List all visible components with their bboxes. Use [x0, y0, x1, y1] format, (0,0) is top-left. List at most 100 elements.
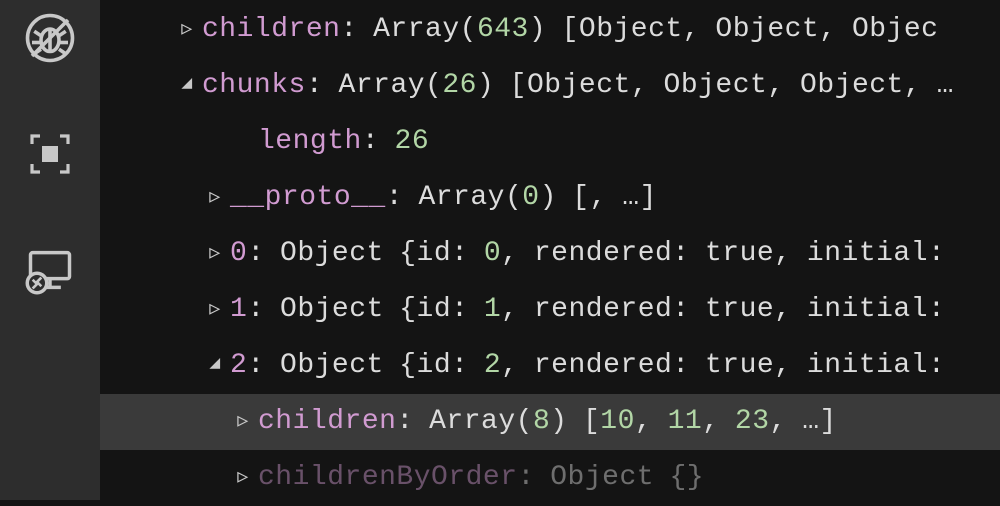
- token-num: 643: [477, 14, 529, 45]
- token-key: chunks: [202, 70, 306, 101]
- token-punc: :: [672, 294, 689, 325]
- tree-row-content: 2:Object{id:2,rendered:true,initial:: [230, 348, 945, 384]
- activity-bar: [0, 0, 100, 500]
- token-bool: true: [705, 294, 774, 325]
- token-num: 2: [484, 350, 501, 381]
- tree-row[interactable]: ▹childrenByOrder:Object{}: [100, 450, 1000, 506]
- tree-row[interactable]: ▹__proto__:Array(0)[,…]: [100, 170, 1000, 226]
- tree-row[interactable]: ▹0:Object{id:0,rendered:true,initial:: [100, 226, 1000, 282]
- token-punc: (: [516, 406, 533, 437]
- token-key: children: [202, 14, 340, 45]
- token-punc: ,: [774, 294, 791, 325]
- tree-row[interactable]: length:26: [100, 114, 1000, 170]
- token-punc: ,: [819, 14, 836, 45]
- token-literal: initial: [807, 238, 928, 269]
- remote-icon[interactable]: [22, 242, 78, 298]
- token-type: Array: [373, 14, 460, 45]
- token-type: Object: [280, 294, 384, 325]
- token-literal: rendered: [534, 350, 672, 381]
- token-punc: {: [399, 294, 416, 325]
- token-punc: ): [477, 70, 494, 101]
- token-key: __proto__: [230, 182, 386, 213]
- token-literal: rendered: [534, 238, 672, 269]
- tree-row[interactable]: ◢2:Object{id:2,rendered:true,initial:: [100, 338, 1000, 394]
- token-punc: ,: [501, 350, 518, 381]
- twisty-closed-icon[interactable]: ▹: [200, 184, 230, 213]
- token-key: 2: [230, 350, 247, 381]
- token-punc: :: [362, 126, 379, 157]
- twisty-closed-icon[interactable]: ▹: [172, 16, 202, 45]
- token-punc: :: [672, 350, 689, 381]
- token-punc: [: [562, 14, 579, 45]
- token-key: 1: [230, 294, 247, 325]
- token-type: Objec: [852, 14, 939, 45]
- token-literal: id: [417, 294, 452, 325]
- token-punc: ,: [770, 406, 787, 437]
- token-punc: :: [451, 238, 468, 269]
- token-punc: {: [399, 238, 416, 269]
- token-punc: :: [518, 462, 535, 493]
- token-punc: :: [247, 238, 264, 269]
- token-punc: [: [583, 406, 600, 437]
- token-literal: rendered: [534, 294, 672, 325]
- tree-row[interactable]: ▹children:Array(643)[Object,Object,Objec: [100, 2, 1000, 58]
- token-punc: ,: [501, 294, 518, 325]
- token-num: 26: [395, 126, 430, 157]
- variables-panel[interactable]: ▹children:Array(643)[Object,Object,Objec…: [100, 0, 1000, 500]
- token-punc: :: [928, 294, 945, 325]
- token-punc: :: [672, 238, 689, 269]
- token-key: childrenByOrder: [258, 462, 518, 493]
- no-bug-icon[interactable]: [22, 10, 78, 66]
- token-type: Array: [339, 70, 426, 101]
- token-punc: ,: [635, 406, 652, 437]
- token-type: Object: [527, 70, 631, 101]
- token-key: length: [258, 126, 362, 157]
- twisty-open-icon[interactable]: ◢: [200, 355, 230, 373]
- twisty-closed-icon[interactable]: ▹: [228, 408, 258, 437]
- tree-row-content: children:Array(643)[Object,Object,Objec: [202, 12, 938, 48]
- token-num: 10: [600, 406, 635, 437]
- token-punc: :: [451, 350, 468, 381]
- token-punc: [: [510, 70, 527, 101]
- tree-row-content: 1:Object{id:1,rendered:true,initial:: [230, 292, 945, 328]
- tree-row-content: length:26: [258, 124, 429, 160]
- token-num: 0: [484, 238, 501, 269]
- tree-row[interactable]: ▹children:Array(8)[10,11,23,…]: [100, 394, 1000, 450]
- token-punc: [,: [572, 182, 607, 213]
- token-punc: :: [306, 70, 323, 101]
- token-num: 1: [484, 294, 501, 325]
- token-punc: :: [928, 238, 945, 269]
- token-punc: ,: [631, 70, 648, 101]
- token-punc: …]: [622, 182, 657, 213]
- token-type: Object: [800, 70, 904, 101]
- token-punc: :: [247, 294, 264, 325]
- token-punc: ,: [767, 70, 784, 101]
- tree-row[interactable]: ▹1:Object{id:1,rendered:true,initial:: [100, 282, 1000, 338]
- token-type: Array: [418, 182, 505, 213]
- twisty-closed-icon[interactable]: ▹: [228, 464, 258, 493]
- tree-row[interactable]: ◢chunks:Array(26)[Object,Object,Object,…: [100, 58, 1000, 114]
- token-literal: initial: [807, 294, 928, 325]
- token-punc: :: [396, 406, 413, 437]
- token-type: Object: [715, 14, 819, 45]
- token-punc: ): [550, 406, 567, 437]
- token-type: Array: [429, 406, 516, 437]
- token-type: Object: [579, 14, 683, 45]
- token-punc: :: [386, 182, 403, 213]
- token-punc: {: [399, 350, 416, 381]
- token-punc: …: [937, 70, 954, 101]
- twisty-open-icon[interactable]: ◢: [172, 75, 202, 93]
- token-punc: (: [425, 70, 442, 101]
- token-punc: …]: [802, 406, 837, 437]
- twisty-closed-icon[interactable]: ▹: [200, 240, 230, 269]
- token-num: 23: [735, 406, 770, 437]
- token-punc: ): [540, 182, 557, 213]
- token-punc: :: [451, 294, 468, 325]
- tree-row-content: chunks:Array(26)[Object,Object,Object,…: [202, 68, 954, 104]
- expand-region-icon[interactable]: [22, 126, 78, 182]
- token-punc: ): [529, 14, 546, 45]
- token-num: 26: [442, 70, 477, 101]
- twisty-closed-icon[interactable]: ▹: [200, 296, 230, 325]
- tree-row-content: childrenByOrder:Object{}: [258, 460, 704, 496]
- token-literal: id: [417, 350, 452, 381]
